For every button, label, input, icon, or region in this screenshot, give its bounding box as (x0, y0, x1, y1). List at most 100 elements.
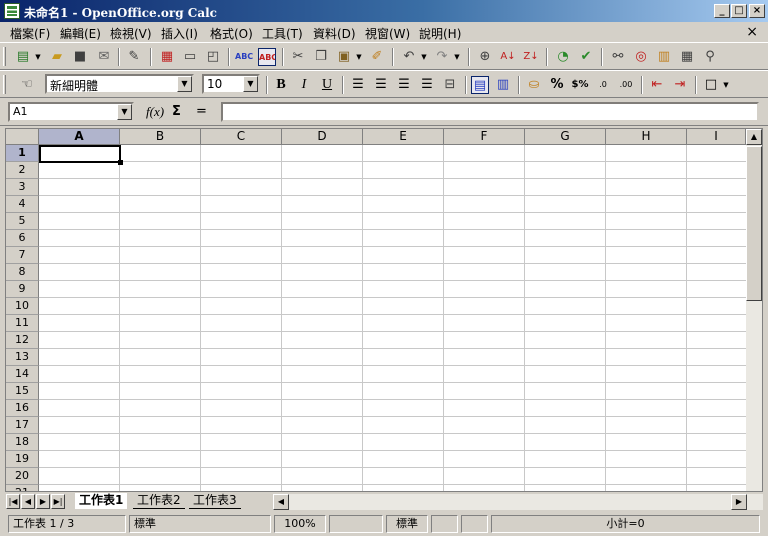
scroll-right-button[interactable]: ▶ (731, 494, 747, 510)
row-header-16[interactable]: 16 (6, 400, 39, 417)
align-right-icon[interactable]: ☰ (395, 76, 413, 94)
menu-help[interactable]: 說明(H) (419, 25, 461, 42)
menu-tools[interactable]: 工具(T) (262, 25, 303, 42)
add-decimal-icon[interactable]: .0 (594, 76, 612, 94)
fill-handle[interactable] (118, 160, 123, 165)
undo-dropdown-icon[interactable]: ▼ (420, 48, 428, 66)
print-icon[interactable]: ▭ (181, 48, 199, 66)
prev-sheet-button[interactable]: ◀ (21, 494, 35, 509)
data-sources-icon[interactable]: ▦ (678, 48, 696, 66)
close-button[interactable]: × (749, 4, 765, 18)
row-header-9[interactable]: 9 (6, 281, 39, 298)
font-size-select[interactable]: 10 ▼ (202, 74, 260, 94)
row-header-18[interactable]: 18 (6, 434, 39, 451)
increase-indent-icon[interactable]: ⇥ (671, 76, 689, 94)
select-all-corner[interactable] (6, 129, 39, 145)
text-direction-left-right-icon[interactable]: ▤ (471, 76, 489, 94)
row-header-15[interactable]: 15 (6, 383, 39, 400)
status-zoom[interactable]: 100% (274, 515, 326, 533)
paste-icon[interactable]: ▣ (335, 48, 353, 66)
cut-icon[interactable]: ✂ (289, 48, 307, 66)
hyperlink-icon[interactable]: ⊕ (476, 48, 494, 66)
cell-grid[interactable] (39, 145, 746, 491)
row-header-4[interactable]: 4 (6, 196, 39, 213)
chart-icon[interactable]: ◔ (554, 48, 572, 66)
navigator-icon[interactable]: ◎ (632, 48, 650, 66)
next-sheet-button[interactable]: ▶ (36, 494, 50, 509)
row-header-3[interactable]: 3 (6, 179, 39, 196)
horizontal-scrollbar[interactable]: ◀ ▶ (273, 494, 763, 510)
font-name-select[interactable]: 新細明體 ▼ (45, 74, 194, 94)
decrease-indent-icon[interactable]: ⇤ (648, 76, 666, 94)
column-header-a[interactable]: A (39, 129, 120, 145)
find-replace-icon[interactable]: ⚯ (609, 48, 627, 66)
minimize-button[interactable]: _ (714, 4, 730, 18)
row-header-19[interactable]: 19 (6, 451, 39, 468)
row-header-7[interactable]: 7 (6, 247, 39, 264)
delete-decimal-icon[interactable]: .00 (617, 76, 635, 94)
new-dropdown-icon[interactable]: ▼ (34, 48, 42, 66)
draw-functions-icon[interactable]: ✔ (577, 48, 595, 66)
menu-view[interactable]: 檢視(V) (110, 25, 152, 42)
maximize-button[interactable]: □ (731, 4, 747, 18)
column-header-f[interactable]: F (444, 129, 525, 145)
status-insert-mode[interactable]: 標準 (386, 515, 428, 533)
formula-input[interactable] (221, 102, 759, 122)
active-cell-a1[interactable] (39, 145, 121, 163)
close-document-icon[interactable]: × (746, 24, 758, 40)
vertical-scrollbar[interactable]: ▲ (746, 129, 762, 491)
italic-button[interactable]: I (295, 76, 313, 94)
paste-dropdown-icon[interactable]: ▼ (355, 48, 363, 66)
save-icon[interactable]: ■ (71, 48, 89, 66)
email-icon[interactable]: ✉ (95, 48, 113, 66)
vertical-scroll-thumb[interactable] (746, 146, 762, 301)
column-header-g[interactable]: G (525, 129, 606, 145)
row-header-2[interactable]: 2 (6, 162, 39, 179)
menu-data[interactable]: 資料(D) (313, 25, 356, 42)
row-header-8[interactable]: 8 (6, 264, 39, 281)
undo-icon[interactable]: ↶ (400, 48, 418, 66)
underline-button[interactable]: U (318, 76, 336, 94)
standard-format-button[interactable]: $% (571, 76, 589, 94)
auto-spellcheck-icon[interactable]: ABC (258, 48, 276, 66)
function-button[interactable]: = (196, 104, 207, 119)
last-sheet-button[interactable]: ▶| (51, 494, 65, 509)
column-header-b[interactable]: B (120, 129, 201, 145)
column-header-h[interactable]: H (606, 129, 687, 145)
first-sheet-button[interactable]: |◀ (6, 494, 20, 509)
column-header-d[interactable]: D (282, 129, 363, 145)
name-box[interactable]: A1 ▼ (8, 102, 134, 122)
tab-sheet1[interactable]: 工作表1 (75, 493, 128, 509)
clone-formatting-icon[interactable]: ✐ (368, 48, 386, 66)
borders-dropdown-icon[interactable]: ▼ (722, 76, 730, 94)
redo-dropdown-icon[interactable]: ▼ (453, 48, 461, 66)
gallery-icon[interactable]: ▥ (655, 48, 673, 66)
font-size-dropdown-icon[interactable]: ▼ (243, 76, 258, 92)
function-wizard-button[interactable]: f(x) (146, 104, 164, 120)
align-center-icon[interactable]: ☰ (372, 76, 390, 94)
name-box-dropdown-icon[interactable]: ▼ (117, 104, 132, 120)
spreadsheet-grid[interactable]: ABCDEFGHI 1 2 3 4 5 6 7 8 9 10 11 12 13 14 15 16 17 18 19 2… (5, 128, 763, 492)
copy-icon[interactable]: ❐ (312, 48, 330, 66)
row-header-21[interactable]: 21 (6, 485, 39, 491)
export-pdf-icon[interactable]: ▦ (158, 48, 176, 66)
column-header-e[interactable]: E (363, 129, 444, 145)
scroll-left-button[interactable]: ◀ (273, 494, 289, 510)
sort-ascending-icon[interactable]: A↓ (499, 48, 517, 66)
edit-file-icon[interactable]: ✎ (125, 48, 143, 66)
menu-edit[interactable]: 編輯(E) (60, 25, 101, 42)
toolbar-grip[interactable] (3, 47, 6, 66)
menu-file[interactable]: 檔案(F) (10, 25, 50, 42)
scroll-up-button[interactable]: ▲ (746, 129, 762, 145)
status-selection-mode[interactable] (431, 515, 458, 533)
align-left-icon[interactable]: ☰ (349, 76, 367, 94)
row-header-10[interactable]: 10 (6, 298, 39, 315)
tab-sheet3[interactable]: 工作表3 (189, 493, 241, 509)
row-header-17[interactable]: 17 (6, 417, 39, 434)
calc-app-icon[interactable] (4, 3, 20, 19)
row-header-13[interactable]: 13 (6, 349, 39, 366)
page-preview-icon[interactable]: ◰ (204, 48, 222, 66)
row-header-5[interactable]: 5 (6, 213, 39, 230)
bold-button[interactable]: B (272, 76, 290, 94)
column-header-c[interactable]: C (201, 129, 282, 145)
